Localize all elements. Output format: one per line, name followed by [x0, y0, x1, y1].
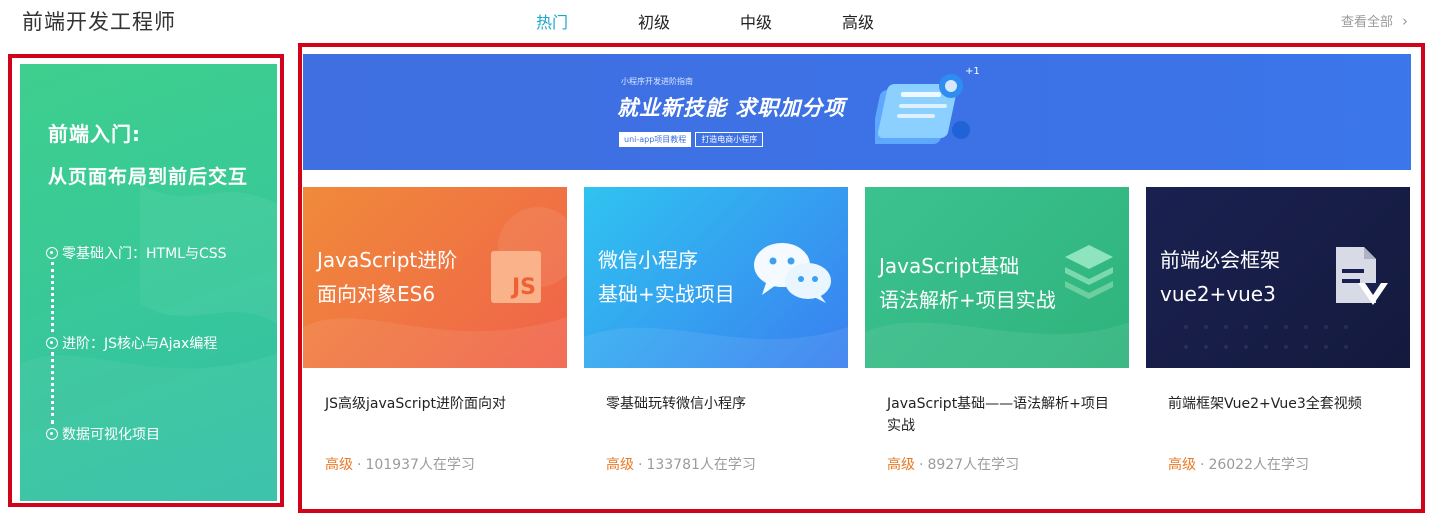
view-all-label: 查看全部: [1340, 15, 1393, 30]
highlight-frame-main: [298, 43, 1425, 513]
tab-hot[interactable]: 热门: [536, 9, 568, 33]
tab-advanced[interactable]: 高级: [842, 9, 874, 33]
chevron-right-icon: ›: [1402, 11, 1408, 30]
tab-intermediate[interactable]: 中级: [740, 9, 772, 33]
highlight-frame-left: [8, 54, 284, 507]
level-tabs: 热门 初级 中级 高级: [536, 9, 944, 33]
page-title: 前端开发工程师: [22, 10, 176, 34]
view-all-link[interactable]: 查看全部 ›: [1340, 11, 1408, 31]
tab-beginner[interactable]: 初级: [638, 9, 670, 33]
